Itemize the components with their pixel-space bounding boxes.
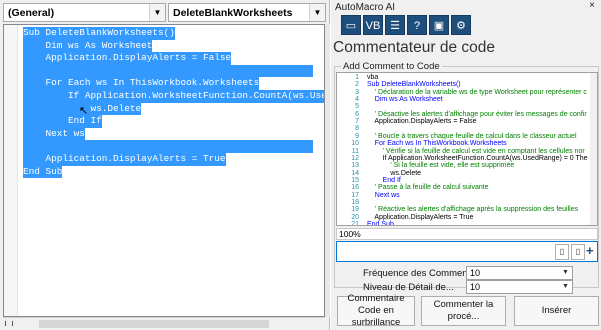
line-number: 17 bbox=[351, 191, 359, 199]
code-line[interactable]: End Sub bbox=[23, 165, 63, 179]
comment-procedure-button[interactable]: Commenter la procé... bbox=[421, 296, 506, 326]
code-preview-editor[interactable]: 1 vba 2 Sub DeleteBlankWorksheets() 3 ' Décl… bbox=[336, 72, 598, 226]
copy-icon[interactable]: ▯ bbox=[555, 244, 569, 260]
line-number: 15 bbox=[351, 176, 359, 184]
frequency-select[interactable]: 10 ▼ bbox=[466, 266, 573, 280]
zoom-level[interactable]: 100% bbox=[336, 228, 598, 240]
line-number: 5 bbox=[355, 103, 359, 111]
margin-indicator-bar bbox=[4, 25, 18, 316]
editor-vertical-scrollbar[interactable] bbox=[590, 73, 597, 225]
line-number: 3 bbox=[355, 88, 359, 96]
detail-select[interactable]: 10 ▼ bbox=[466, 280, 573, 294]
line-number: 11 bbox=[351, 147, 359, 155]
procedure-combo[interactable]: DeleteBlankWorksheets ▼ bbox=[168, 3, 326, 22]
frequency-value: 10 bbox=[470, 268, 481, 278]
code-preview-line: ' Réactive les alertes d'affichage après… bbox=[367, 206, 579, 214]
object-combo[interactable]: (General) ▼ bbox=[3, 3, 166, 22]
code-preview-line: ' Boucle à travers chaque feuille de cal… bbox=[367, 132, 577, 140]
code-area[interactable]: Sub DeleteBlankWorksheets() Dim ws As Wo… bbox=[3, 24, 325, 317]
chevron-down-icon[interactable]: ▼ bbox=[560, 268, 571, 278]
code-line[interactable]: End If bbox=[23, 115, 102, 128]
code-preview-line: Application.DisplayAlerts = False bbox=[367, 118, 477, 126]
vba-editor-window: (General) ▼ DeleteBlankWorksheets ▼ Sub … bbox=[0, 0, 330, 330]
line-number: 13 bbox=[351, 162, 359, 170]
clipboard-icon[interactable]: ▯ bbox=[571, 244, 585, 260]
line-number: 12 bbox=[351, 154, 359, 162]
line-number: 1 bbox=[355, 74, 359, 81]
code-preview-line: Next ws bbox=[367, 191, 400, 199]
code-preview-line: ' Passe à la feuille de calcul suivante bbox=[367, 184, 489, 192]
code-preview-line: Dim ws As Worksheet bbox=[367, 96, 443, 104]
code-preview-line: ' Déclaration de la variable ws de type … bbox=[367, 88, 587, 96]
comment-icon[interactable]: ▭ bbox=[341, 15, 361, 35]
code-preview-line: ws.Delete bbox=[367, 169, 422, 177]
detail-label: Niveau de Détail de... bbox=[363, 282, 454, 293]
group-label: Add Comment to Code bbox=[341, 61, 442, 72]
line-number: 18 bbox=[351, 198, 359, 206]
object-combo-value: (General) bbox=[8, 7, 55, 19]
line-number: 14 bbox=[351, 169, 359, 177]
code-line[interactable]: Next ws bbox=[23, 127, 85, 141]
detail-value: 10 bbox=[470, 282, 481, 292]
button-label-line2: Code en surbrillance bbox=[351, 305, 401, 328]
button-label: Commenter la procé... bbox=[433, 299, 494, 322]
code-line[interactable] bbox=[23, 64, 313, 78]
line-number: 8 bbox=[355, 125, 359, 133]
save-icon[interactable]: ▣ bbox=[429, 15, 449, 35]
line-number: 16 bbox=[351, 184, 359, 192]
comment-highlighted-button[interactable]: Commentaire Code en surbrillance bbox=[337, 293, 415, 328]
line-number: 6 bbox=[355, 110, 359, 118]
line-number: 4 bbox=[355, 96, 359, 104]
line-number: 21 bbox=[351, 221, 359, 226]
horizontal-scrollbar[interactable] bbox=[3, 317, 325, 330]
code-preview-line: vba bbox=[367, 74, 379, 81]
line-number: 2 bbox=[355, 81, 359, 89]
chevron-down-icon[interactable]: ▼ bbox=[149, 4, 165, 21]
procedure-combo-value: DeleteBlankWorksheets bbox=[173, 7, 293, 19]
cursor-icon: ↖ bbox=[79, 105, 89, 117]
code-preview-line: End Sub bbox=[367, 221, 394, 226]
code-line[interactable]: Dim ws As Worksheet bbox=[23, 39, 153, 53]
chevron-down-icon[interactable]: ▼ bbox=[560, 282, 571, 292]
code-line[interactable]: Application.DisplayAlerts = False bbox=[23, 52, 232, 65]
line-number: 9 bbox=[355, 132, 359, 140]
code-preview-line: ' Vérifie si la feuille de calcul est vi… bbox=[367, 147, 585, 155]
code-preview-line: For Each ws In ThisWorkbook.Worksheets bbox=[367, 140, 507, 148]
page-title: Commentateur de code bbox=[333, 39, 495, 56]
view-toggle-icon[interactable] bbox=[5, 321, 13, 326]
close-icon[interactable]: × bbox=[589, 0, 595, 11]
code-preview-line: Sub DeleteBlankWorksheets() bbox=[367, 81, 461, 89]
code-line[interactable]: Sub DeleteBlankWorksheets() bbox=[23, 27, 175, 40]
automacro-panel: AutoMacro AI × ▭ VB ☰? ▣ ⚙ Commentateur de c… bbox=[331, 0, 601, 330]
code-preview-line: ' Désactive les alertes d'affichage pour… bbox=[367, 110, 587, 118]
scroll-thumb[interactable] bbox=[39, 320, 269, 328]
code-line[interactable] bbox=[23, 140, 313, 153]
line-number: 19 bbox=[351, 206, 359, 214]
help-icon[interactable]: ? bbox=[407, 15, 427, 35]
line-number: 7 bbox=[355, 118, 359, 126]
list-icon[interactable]: ☰ bbox=[385, 15, 405, 35]
panel-titlebar: AutoMacro AI × bbox=[331, 0, 601, 14]
code-preview-line: End If bbox=[367, 176, 401, 184]
code-preview-line: If Application.WorksheetFunction.CountA(… bbox=[367, 154, 588, 162]
code-preview-line: ' Si la feuille est vide, elle est suppr… bbox=[367, 162, 515, 170]
code-line[interactable]: If Application.WorksheetFunction.CountA(… bbox=[23, 90, 324, 103]
code-line[interactable]: Application.DisplayAlerts = True bbox=[23, 153, 226, 166]
line-number: 10 bbox=[351, 140, 359, 148]
insert-button[interactable]: Insérer bbox=[514, 296, 599, 326]
add-icon[interactable]: + bbox=[586, 243, 594, 258]
vba-icon[interactable]: VB bbox=[363, 15, 383, 35]
zoom-value: 100% bbox=[339, 229, 361, 239]
settings-icon[interactable]: ⚙ bbox=[451, 15, 471, 35]
code-preview-line: Application.DisplayAlerts = True bbox=[367, 213, 474, 221]
code-line[interactable]: For Each ws In ThisWorkbook.Worksheets bbox=[23, 77, 260, 90]
button-label: Insérer bbox=[541, 305, 572, 316]
panel-title: AutoMacro AI bbox=[335, 2, 396, 13]
button-label-line1: Commentaire bbox=[347, 293, 405, 304]
chevron-down-icon[interactable]: ▼ bbox=[309, 4, 325, 21]
line-number: 20 bbox=[351, 213, 359, 221]
vertical-scrollbar[interactable] bbox=[325, 24, 330, 317]
